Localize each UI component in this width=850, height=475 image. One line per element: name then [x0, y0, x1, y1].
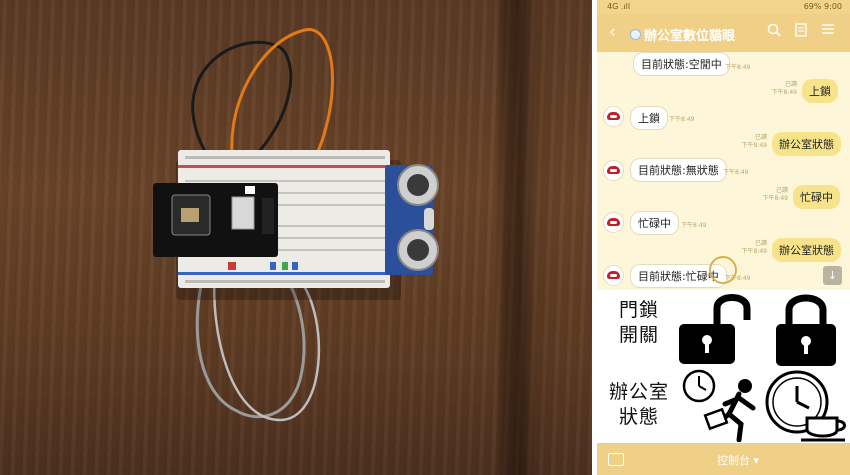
verified-badge-icon	[630, 29, 641, 40]
device-photo	[0, 0, 592, 475]
message-time: 下午8:49	[741, 142, 767, 149]
note-icon[interactable]	[792, 23, 810, 41]
incoming-message: 目前狀態:空閒中	[633, 52, 730, 76]
chevron-left-icon[interactable]: ‹	[609, 22, 616, 42]
message-time: 下午8:49	[725, 64, 751, 71]
door-lock-label[interactable]: 門鎖 開關	[609, 298, 669, 348]
read-status: 已讀	[754, 240, 767, 247]
outgoing-message: 辦公室狀態	[772, 238, 841, 262]
control-panel-toggle[interactable]: 控制台 ▾	[717, 452, 759, 468]
door-lock-label-line2: 開關	[618, 324, 659, 346]
outgoing-message: 辦公室狀態	[772, 132, 841, 156]
office-status-label-line1: 辦公室	[608, 381, 669, 403]
chat-title: 辦公室數位貓眼	[644, 29, 736, 44]
signal-indicator: 4G .ıll	[607, 2, 631, 11]
bot-avatar[interactable]	[603, 265, 624, 286]
scroll-down-icon[interactable]: ↓	[823, 266, 842, 285]
message-time: 下午8:49	[669, 116, 695, 123]
office-status-label-line2: 狀態	[618, 406, 659, 428]
bottom-bar: 控制台 ▾	[597, 443, 850, 475]
incoming-message: 目前狀態:無狀態	[630, 158, 727, 182]
chat-header: ‹ 辦公室數位貓眼	[597, 14, 850, 52]
message-time: 下午8:49	[762, 195, 788, 202]
battery-clock: 69% 9:00	[803, 2, 842, 11]
search-icon[interactable]	[765, 23, 783, 41]
locked-padlock-icon[interactable]	[773, 290, 839, 368]
message-time: 下午8:49	[741, 248, 767, 255]
unlocked-padlock-icon[interactable]	[677, 290, 763, 366]
running-with-briefcase-icon[interactable]	[679, 368, 765, 443]
outgoing-message: 忙碌中	[793, 185, 840, 209]
touch-indicator	[709, 256, 737, 284]
clock-and-coffee-icon[interactable]	[765, 368, 850, 442]
bot-avatar[interactable]	[603, 160, 624, 181]
keyboard-icon[interactable]	[608, 453, 624, 466]
phone-screen: 4G .ıll 69% 9:00 ‹ 辦公室數位貓眼 目前狀態:空閒中 下午8:…	[597, 0, 850, 475]
device-illustration	[153, 28, 439, 422]
incoming-message: 上鎖	[630, 106, 668, 130]
status-bar: 4G .ıll 69% 9:00	[597, 0, 850, 14]
outgoing-message: 上鎖	[802, 79, 838, 103]
chat-area[interactable]: 目前狀態:空閒中 下午8:49 已讀 下午8:49 上鎖 上鎖 下午8:49 已…	[597, 52, 850, 290]
read-status: 已讀	[754, 134, 767, 141]
office-status-label[interactable]: 辦公室 狀態	[601, 380, 677, 430]
rich-menu: 門鎖 開關 辦公室 狀態	[597, 290, 850, 443]
message-time: 下午8:49	[681, 222, 707, 229]
bot-avatar[interactable]	[603, 212, 624, 233]
message-time: 下午8:49	[771, 89, 797, 96]
door-lock-label-line1: 門鎖	[618, 299, 659, 321]
message-time: 下午8:49	[723, 169, 749, 176]
incoming-message: 忙碌中	[630, 211, 679, 235]
bot-avatar[interactable]	[603, 106, 624, 127]
read-status: 已讀	[784, 81, 797, 88]
menu-icon[interactable]	[819, 23, 837, 41]
read-status: 已讀	[775, 187, 788, 194]
